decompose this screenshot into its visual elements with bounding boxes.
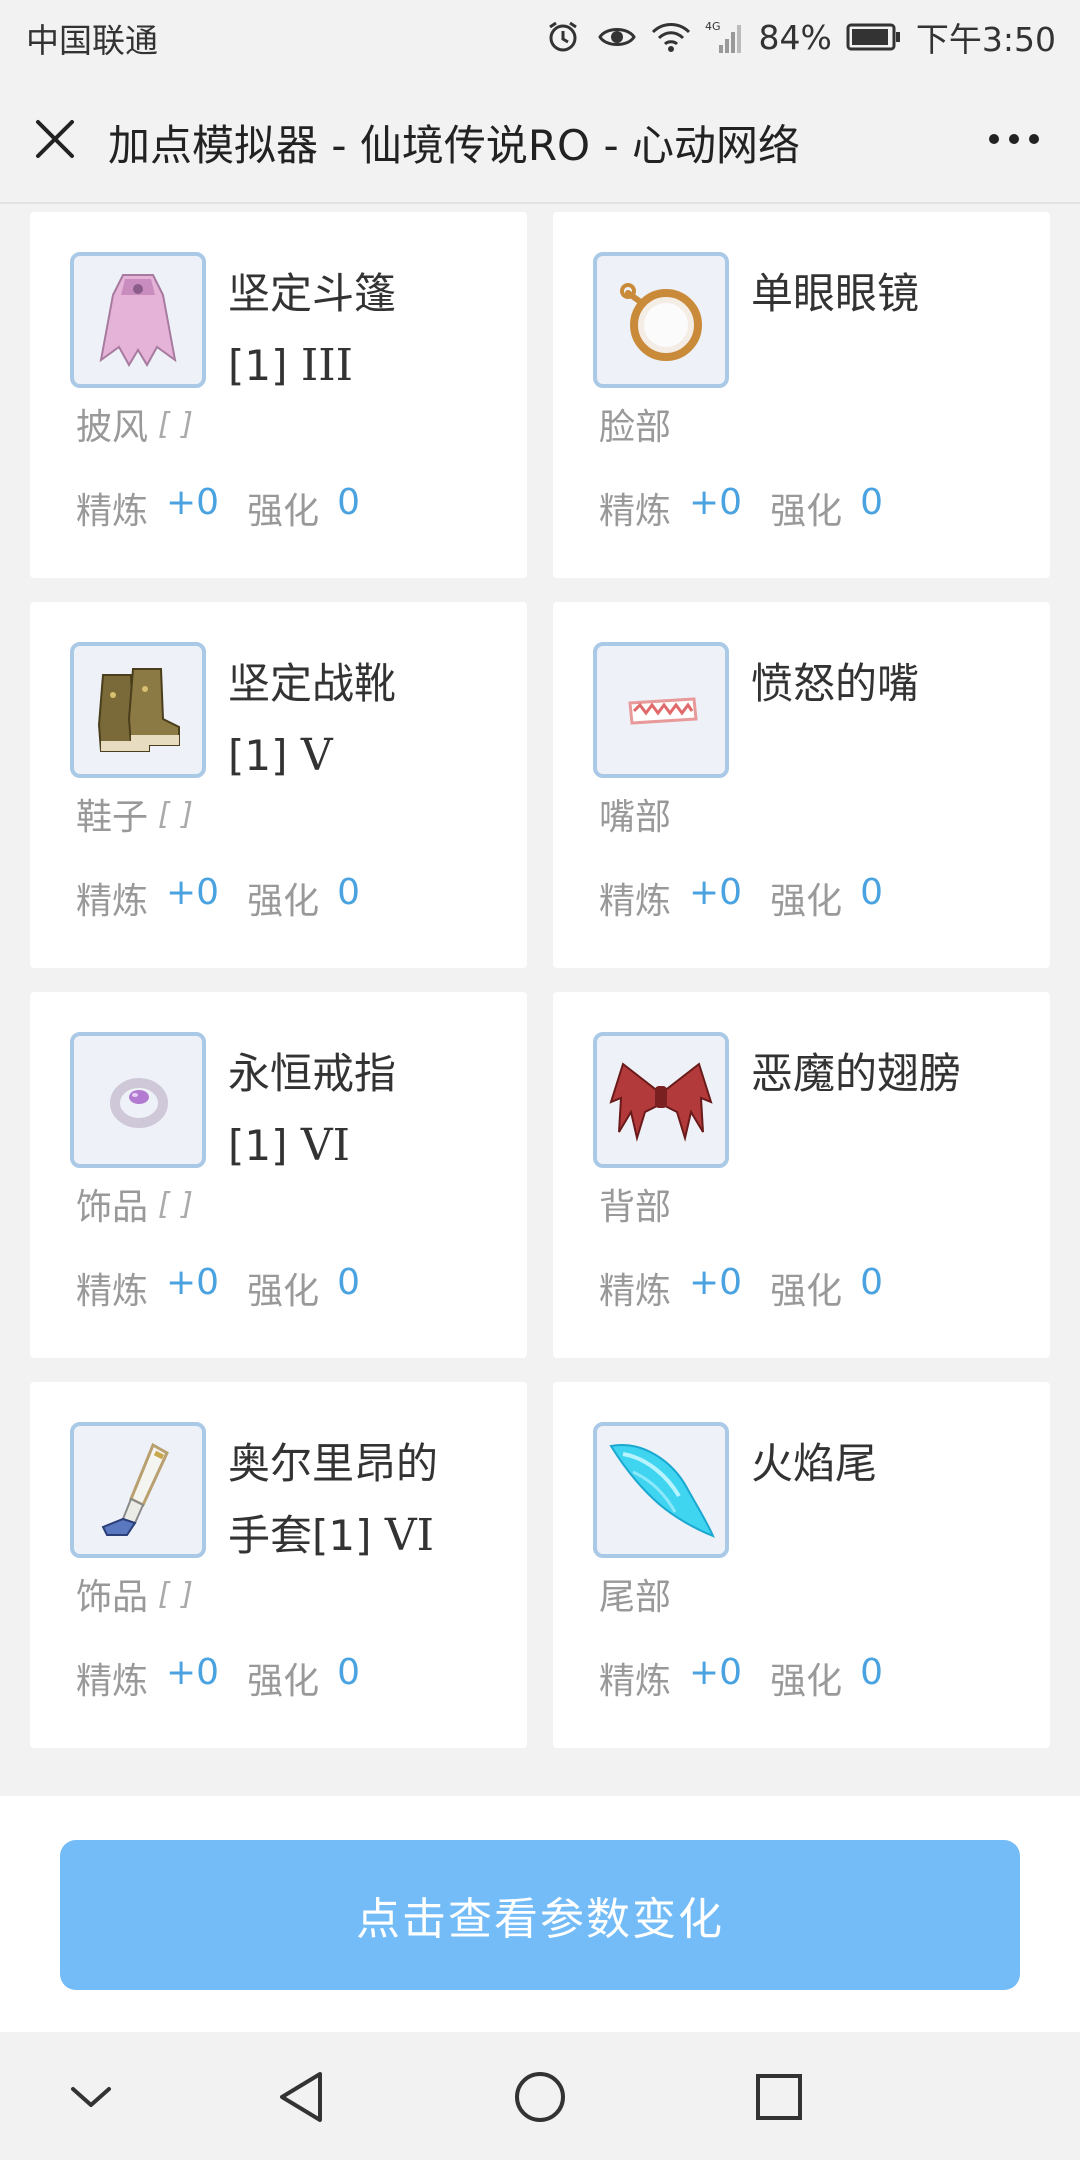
item-slot: 鞋子 [ ] [76, 796, 194, 839]
enhance-value: 0 [337, 1262, 361, 1303]
card-slot-icon: [ ] [158, 796, 194, 832]
hide-nav-button[interactable] [56, 2062, 126, 2132]
equipment-card[interactable]: 永恒戒指 [1] VI 饰品 [ ] 精炼 +0 强化 0 [30, 992, 527, 1358]
item-name: 永恒戒指 [1] VI [228, 1049, 397, 1171]
action-area: 点击查看参数变化 [0, 1796, 1080, 2032]
item-name: 火焰尾 [751, 1439, 878, 1488]
item-name: 愤怒的嘴 [751, 659, 920, 708]
item-slot: 脸部 [599, 407, 672, 448]
close-icon [36, 120, 74, 158]
glove-icon [70, 1422, 206, 1558]
refine-value: +0 [166, 1262, 220, 1303]
equipment-card[interactable]: 愤怒的嘴 嘴部 精炼 +0 强化 0 [553, 602, 1050, 968]
carrier-name: 中国联通 [26, 21, 158, 60]
enhance-value: 0 [860, 1262, 884, 1303]
more-button[interactable] [982, 114, 1046, 164]
item-stats: 精炼 +0 强化 0 [76, 482, 361, 532]
item-stats: 精炼 +0 强化 0 [76, 872, 361, 922]
more-icon [989, 134, 1039, 144]
monocle-icon [593, 252, 729, 388]
system-nav-bar [0, 2032, 1080, 2160]
cloak-icon [70, 252, 206, 388]
clock: 下午3:50 [915, 20, 1056, 59]
equipment-card[interactable]: 火焰尾 尾部 精炼 +0 强化 0 [553, 1382, 1050, 1748]
card-slot-icon: [ ] [158, 1576, 194, 1612]
signal-icon: 4G [705, 17, 745, 57]
item-slot: 披风 [ ] [76, 406, 194, 449]
item-slot: 饰品 [ ] [76, 1576, 194, 1619]
recents-nav-button[interactable] [744, 2062, 814, 2132]
item-name: 单眼眼镜 [751, 269, 920, 318]
item-slot: 饰品 [ ] [76, 1186, 194, 1229]
card-slot-icon: [ ] [158, 406, 194, 442]
view-param-change-button[interactable]: 点击查看参数变化 [60, 1840, 1020, 1990]
enhance-value: 0 [337, 482, 361, 523]
status-bar: 中国联通 4G 84% 下午3:50 [0, 0, 1080, 74]
enhance-value: 0 [860, 482, 884, 523]
wings-icon [593, 1032, 729, 1168]
refine-value: +0 [689, 1262, 743, 1303]
equipment-card[interactable]: 坚定斗篷 [1] III 披风 [ ] 精炼 +0 强化 0 [30, 212, 527, 578]
recents-square-icon [756, 2074, 802, 2120]
eye-icon [597, 17, 637, 57]
item-stats: 精炼 +0 强化 0 [76, 1652, 361, 1702]
refine-value: +0 [166, 872, 220, 913]
battery-icon [846, 17, 902, 57]
refine-value: +0 [166, 1652, 220, 1693]
ring-icon [70, 1032, 206, 1168]
equipment-card[interactable]: 恶魔的翅膀 背部 精炼 +0 强化 0 [553, 992, 1050, 1358]
home-nav-button[interactable] [505, 2062, 575, 2132]
item-slot: 尾部 [599, 1577, 672, 1618]
chevron-down-icon [71, 2087, 111, 2107]
enhance-value: 0 [337, 1652, 361, 1693]
item-slot: 背部 [599, 1187, 672, 1228]
equipment-card[interactable]: 坚定战靴 [1] V 鞋子 [ ] 精炼 +0 强化 0 [30, 602, 527, 968]
back-nav-button[interactable] [266, 2062, 336, 2132]
item-name: 坚定战靴 [1] V [228, 659, 397, 781]
item-stats: 精炼 +0 强化 0 [599, 1262, 884, 1312]
tail-icon [593, 1422, 729, 1558]
enhance-value: 0 [860, 1652, 884, 1693]
enhance-value: 0 [337, 872, 361, 913]
item-stats: 精炼 +0 强化 0 [599, 872, 884, 922]
item-stats: 精炼 +0 强化 0 [76, 1262, 361, 1312]
equipment-card[interactable]: 单眼眼镜 脸部 精炼 +0 强化 0 [553, 212, 1050, 578]
item-slot: 嘴部 [599, 797, 672, 838]
back-triangle-icon [280, 2072, 322, 2122]
battery-percent: 84% [758, 17, 832, 57]
close-button[interactable] [30, 114, 80, 164]
refine-value: +0 [689, 482, 743, 523]
alarm-icon [543, 17, 583, 57]
item-name: 恶魔的翅膀 [751, 1049, 962, 1098]
boots-icon [70, 642, 206, 778]
enhance-value: 0 [860, 872, 884, 913]
wifi-icon [651, 17, 691, 57]
item-stats: 精炼 +0 强化 0 [599, 482, 884, 532]
page-title: 加点模拟器 - 仙境传说RO - 心动网络 [108, 121, 800, 170]
refine-value: +0 [689, 872, 743, 913]
refine-value: +0 [689, 1652, 743, 1693]
equipment-card[interactable]: 奥尔里昂的 手套[1] VI 饰品 [ ] 精炼 +0 强化 0 [30, 1382, 527, 1748]
refine-value: +0 [166, 482, 220, 523]
mouth-icon [593, 642, 729, 778]
item-stats: 精炼 +0 强化 0 [599, 1652, 884, 1702]
item-name: 奥尔里昂的 手套[1] VI [228, 1439, 439, 1561]
card-slot-icon: [ ] [158, 1186, 194, 1222]
svg-text:4G: 4G [705, 20, 721, 33]
item-name: 坚定斗篷 [1] III [228, 269, 397, 391]
home-circle-icon [515, 2072, 565, 2122]
title-bar: 加点模拟器 - 仙境传说RO - 心动网络 [0, 74, 1080, 204]
status-icons: 4G 84% 下午3:50 [543, 12, 1056, 62]
